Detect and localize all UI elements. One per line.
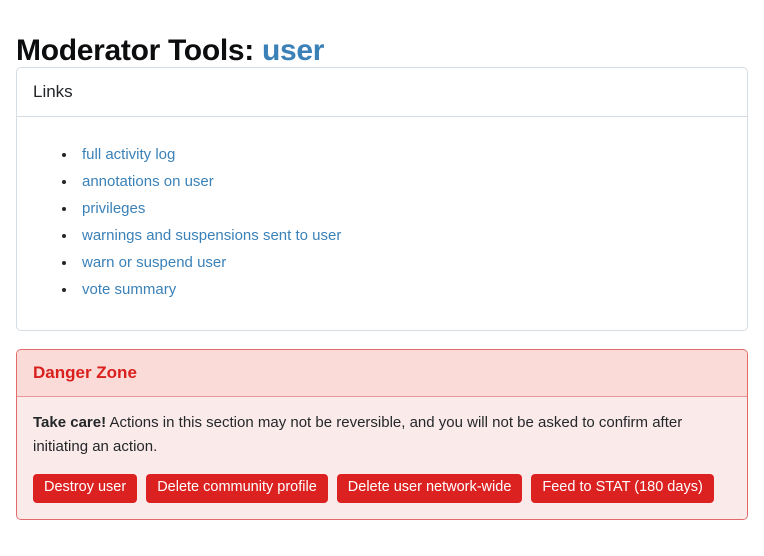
links-card-header: Links xyxy=(17,68,747,117)
delete-user-network-wide-button[interactable]: Delete user network-wide xyxy=(337,474,523,503)
page-title-prefix: Moderator Tools: xyxy=(16,34,254,67)
list-item: warnings and suspensions sent to user xyxy=(77,226,731,246)
delete-community-profile-button[interactable]: Delete community profile xyxy=(146,474,328,503)
danger-zone-card: Danger Zone Take care! Actions in this s… xyxy=(16,349,748,520)
link-privileges[interactable]: privileges xyxy=(82,200,145,217)
feed-to-stat-button[interactable]: Feed to STAT (180 days) xyxy=(531,474,713,503)
danger-zone-warning-text: Actions in this section may not be rever… xyxy=(33,414,682,454)
danger-zone-body: Take care! Actions in this section may n… xyxy=(17,397,747,518)
links-list: full activity log annotations on user pr… xyxy=(33,145,731,300)
danger-zone-button-row: Destroy user Delete community profile De… xyxy=(33,474,731,503)
page-title-username: user xyxy=(262,34,324,67)
page-title: Moderator Tools: user xyxy=(0,0,764,67)
page-content: Links full activity log annotations on u… xyxy=(0,67,764,520)
destroy-user-button[interactable]: Destroy user xyxy=(33,474,137,503)
danger-zone-warning-lead: Take care! xyxy=(33,414,106,431)
list-item: vote summary xyxy=(77,280,731,300)
link-vote-summary[interactable]: vote summary xyxy=(82,281,176,298)
link-full-activity-log[interactable]: full activity log xyxy=(82,146,175,163)
danger-zone-header: Danger Zone xyxy=(17,350,747,397)
list-item: warn or suspend user xyxy=(77,253,731,273)
danger-zone-warning: Take care! Actions in this section may n… xyxy=(33,411,731,458)
list-item: full activity log xyxy=(77,145,731,165)
link-warn-or-suspend-user[interactable]: warn or suspend user xyxy=(82,254,226,271)
link-annotations-on-user[interactable]: annotations on user xyxy=(82,173,214,190)
list-item: annotations on user xyxy=(77,172,731,192)
links-card-body: full activity log annotations on user pr… xyxy=(17,117,747,330)
list-item: privileges xyxy=(77,199,731,219)
link-warnings-and-suspensions[interactable]: warnings and suspensions sent to user xyxy=(82,227,341,244)
links-card: Links full activity log annotations on u… xyxy=(16,67,748,331)
